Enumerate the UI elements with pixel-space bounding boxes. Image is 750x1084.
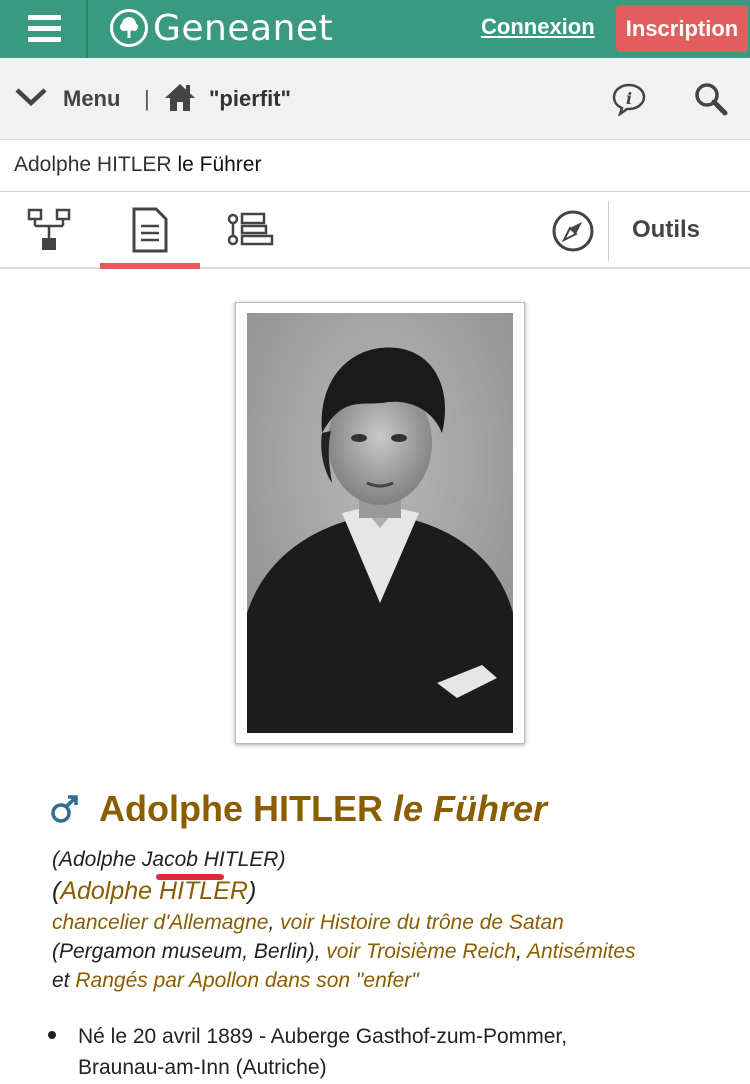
portrait-image (247, 313, 513, 733)
birth-line-2: Braunau-am-Inn (Autriche) (78, 1056, 327, 1079)
apollon-enfer-link[interactable]: Rangés par Apollon dans son "enfer" (75, 969, 418, 992)
signup-button[interactable]: Inscription (616, 5, 748, 52)
desc-separator: , (516, 940, 527, 963)
bullet-icon (48, 1031, 56, 1039)
active-tab-indicator (100, 263, 200, 269)
tools-button[interactable]: Outils (632, 216, 700, 244)
desc-text: et (52, 969, 76, 992)
portrait-photo[interactable] (235, 302, 525, 744)
geneanet-logo[interactable]: Geneanet (110, 6, 333, 50)
login-link[interactable]: Connexion (481, 14, 595, 40)
chevron-down-icon[interactable] (14, 86, 48, 108)
timeline-list-icon (227, 212, 274, 246)
document-icon (132, 207, 168, 253)
birth-fact: Né le 20 avril 1889 - Auberge Gasthof-zu… (48, 1021, 738, 1083)
hamburger-menu-icon[interactable] (0, 0, 88, 58)
tab-fiche[interactable] (100, 192, 200, 269)
home-icon[interactable] (164, 82, 196, 112)
svg-text:i: i (626, 89, 632, 108)
menu-separator: | (144, 86, 150, 111)
logo-text: Geneanet (153, 7, 334, 49)
breadcrumb-nickname: le Führer (177, 153, 262, 176)
menu-bar: Menu | "pierfit" i (0, 58, 750, 140)
alternate-name-link[interactable]: Adolphe HITLER (60, 877, 248, 905)
tree-owner-link[interactable]: "pierfit" (209, 86, 291, 112)
desc-text: (Pergamon museum, Berlin), (52, 940, 327, 963)
tab-family-tree[interactable] (0, 192, 100, 267)
breadcrumb-name: Adolphe HITLER (14, 153, 172, 176)
person-description: chancelier d'Allemagne, voir Histoire du… (52, 908, 742, 995)
birth-line-1: Né le 20 avril 1889 - Auberge Gasthof-zu… (78, 1025, 568, 1048)
menu-button[interactable]: Menu (63, 86, 120, 112)
alternate-name: (Adolphe Jacob HITLER) (52, 848, 286, 871)
breadcrumb: Adolphe HITLER le Führer (0, 140, 750, 192)
person-nickname: le Führer (393, 788, 548, 829)
third-reich-link[interactable]: voir Troisième Reich (326, 940, 516, 963)
paren-close: ) (247, 877, 257, 905)
search-icon[interactable] (694, 82, 728, 116)
antisemites-link[interactable]: Antisémites (527, 940, 636, 963)
page-title: Adolphe HITLER le Führer (14, 153, 261, 177)
top-bar: Geneanet Connexion Inscription (0, 0, 750, 58)
info-speech-icon[interactable]: i (611, 82, 647, 116)
chancellor-link[interactable]: chancelier d'Allemagne (52, 911, 268, 934)
tools-divider (608, 201, 609, 261)
family-tree-icon (27, 208, 71, 250)
desc-separator: , (268, 911, 281, 934)
alternate-name-link-row: (Adolphe HITLER) (52, 877, 256, 906)
view-tabs: Outils (0, 192, 750, 269)
male-gender-icon (51, 795, 78, 823)
tree-logo-icon (110, 9, 148, 47)
compass-icon[interactable] (551, 209, 595, 253)
person-name-heading: Adolphe HITLER le Führer (99, 788, 547, 830)
tab-timeline[interactable] (200, 192, 300, 267)
satan-throne-link[interactable]: voir Histoire du trône de Satan (280, 911, 564, 934)
person-name: Adolphe HITLER (99, 788, 383, 829)
